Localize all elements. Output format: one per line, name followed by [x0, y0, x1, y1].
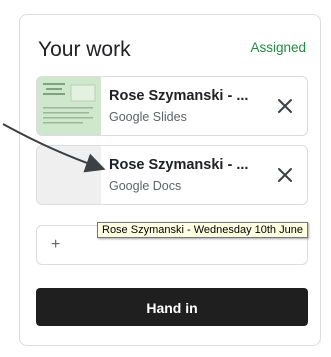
hand-in-button[interactable]: Hand in [36, 288, 308, 326]
plus-icon: + [51, 236, 61, 253]
attachment-slides[interactable]: Rose Szymanski - ... Google Slides [36, 76, 308, 136]
close-icon [278, 168, 292, 182]
assignment-status: Assigned [250, 40, 306, 55]
attachment-title[interactable]: Rose Szymanski - ... [109, 157, 248, 173]
attachment-title[interactable]: Rose Szymanski - ... [109, 88, 248, 104]
remove-attachment-button[interactable] [273, 94, 297, 118]
slides-thumbnail-image [37, 77, 101, 135]
card-title: Your work [38, 38, 131, 61]
docs-thumbnail [37, 146, 101, 204]
attachment-docs[interactable]: Rose Szymanski - ... Google Docs [36, 145, 308, 205]
close-icon [278, 99, 292, 113]
your-work-card: Your work Assigned Rose Szymanski - ... … [19, 14, 321, 346]
slides-thumbnail [37, 77, 101, 135]
attachment-tooltip: Rose Szymanski - Wednesday 10th June [97, 222, 308, 238]
remove-attachment-button[interactable] [273, 163, 297, 187]
attachment-type: Google Slides [109, 110, 187, 124]
classroom-your-work-panel: Your work Assigned Rose Szymanski - ... … [0, 0, 331, 357]
attachment-type: Google Docs [109, 179, 182, 193]
